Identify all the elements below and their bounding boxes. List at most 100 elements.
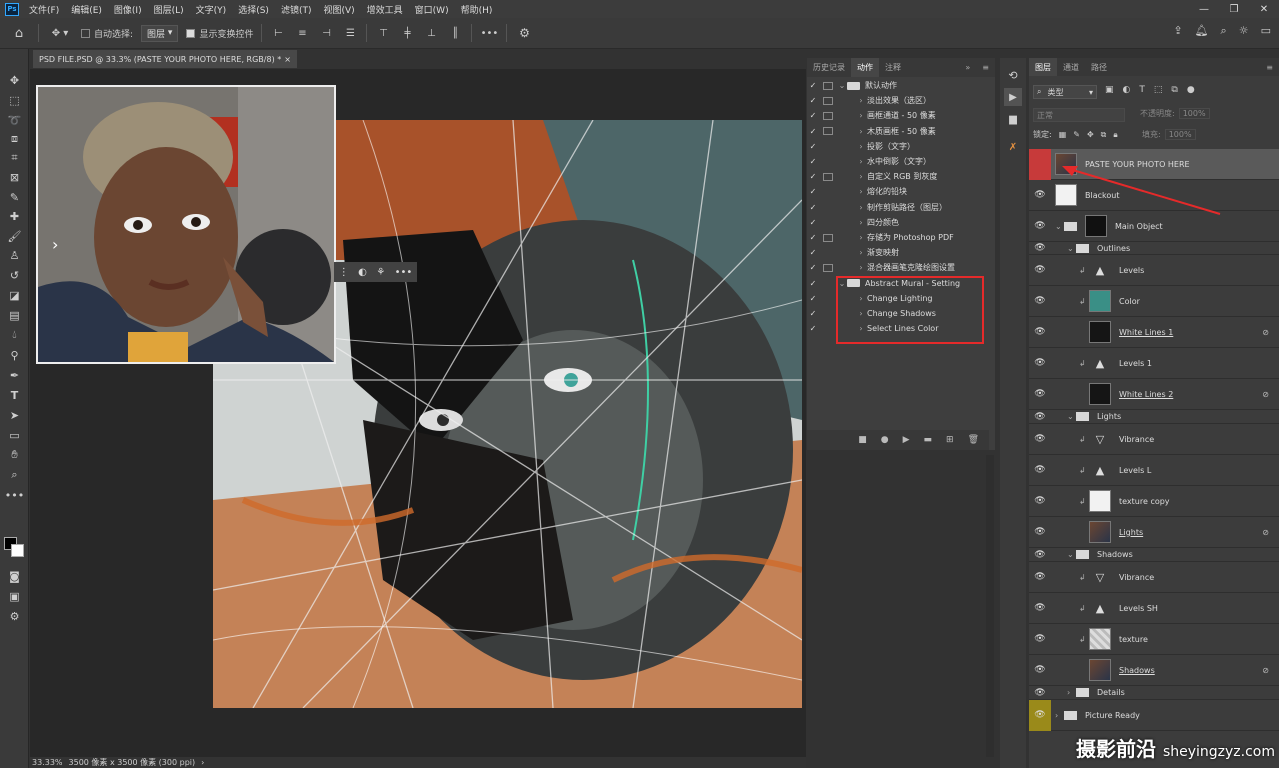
visibility-eye-icon[interactable]: 👁︎: [1029, 265, 1051, 275]
menu-item[interactable]: 视图(V): [317, 3, 360, 16]
history-panel-icon[interactable]: ⟲: [1004, 66, 1022, 84]
dialog-toggle[interactable]: [823, 279, 833, 287]
share-icon[interactable]: ⇪: [1173, 24, 1182, 38]
action-toggle-checkbox[interactable]: ✓: [807, 172, 819, 181]
dialog-toggle[interactable]: [823, 111, 833, 120]
action-item[interactable]: ✓ › 水中倒影（文字）: [807, 154, 991, 169]
generative-icon[interactable]: ⚙: [4, 607, 25, 625]
chevron-right-icon[interactable]: ›: [855, 96, 867, 105]
action-toggle-checkbox[interactable]: ✓: [807, 127, 819, 136]
layer-row[interactable]: 👁︎ ↲ ▲ Levels 1: [1029, 348, 1279, 379]
lock-artboard-icon[interactable]: ⧉: [1101, 130, 1107, 140]
reference-photo[interactable]: ›: [36, 85, 336, 364]
layer-row[interactable]: 👁︎ White Lines 1 ⊘: [1029, 317, 1279, 348]
chevron-right-icon[interactable]: ›: [855, 233, 867, 242]
quick-mask-icon[interactable]: ◙: [4, 567, 25, 585]
filter-smart-icon[interactable]: ⧉: [1171, 85, 1177, 95]
visibility-eye-icon[interactable]: 👁︎: [1029, 190, 1051, 200]
action-item[interactable]: ✓ › 制作剪贴路径（图层）: [807, 200, 991, 215]
delete-icon[interactable]: 🗑︎: [968, 435, 979, 445]
visibility-eye-icon[interactable]: 👁︎: [1029, 358, 1051, 368]
stamp-tool-icon[interactable]: ♙: [4, 246, 25, 264]
dialog-toggle[interactable]: [823, 203, 833, 211]
dialog-toggle[interactable]: [823, 294, 833, 302]
background-color[interactable]: [11, 544, 24, 557]
close-icon[interactable]: ✕: [1249, 0, 1279, 18]
fill-input[interactable]: 100%: [1164, 129, 1196, 140]
type-tool-icon[interactable]: T: [4, 386, 25, 404]
expand-arrow-icon[interactable]: ⌄: [1067, 412, 1076, 421]
opacity-input[interactable]: 100%: [1178, 108, 1210, 119]
visibility-eye-icon[interactable]: 👁︎: [1029, 603, 1051, 613]
action-item[interactable]: ✓ › 混合器画笔克隆绘图设置: [807, 260, 991, 275]
chevron-right-icon[interactable]: ›: [52, 235, 58, 254]
expand-arrow-icon[interactable]: ⌄: [1067, 244, 1076, 253]
layer-row[interactable]: 👁︎ ↲ texture: [1029, 624, 1279, 655]
eyedropper-tool-icon[interactable]: ✎: [4, 188, 25, 206]
layer-thumbnail[interactable]: [1089, 490, 1111, 512]
lock-all-icon[interactable]: 🔒︎: [1113, 130, 1117, 140]
workspace-icon[interactable]: ▭: [1261, 24, 1271, 38]
play-icon[interactable]: ▶: [903, 435, 910, 445]
action-toggle-checkbox[interactable]: ✓: [807, 157, 819, 166]
menu-item[interactable]: 增效工具: [361, 3, 409, 16]
chevron-right-icon[interactable]: ›: [855, 142, 867, 151]
action-item[interactable]: ✓ › 木质画框 - 50 像素: [807, 124, 991, 139]
align-hcenter-icon[interactable]: ≡: [294, 23, 310, 43]
menu-item[interactable]: 选择(S): [232, 3, 275, 16]
action-toggle-checkbox[interactable]: ✓: [807, 218, 819, 227]
layer-thumbnail[interactable]: [1089, 321, 1111, 343]
frame-tool-icon[interactable]: ⊠: [4, 168, 25, 186]
visibility-eye-icon[interactable]: 👁︎: [1029, 327, 1051, 337]
visibility-eye-icon[interactable]: 👁︎: [1029, 550, 1051, 560]
history-brush-icon[interactable]: ↺: [4, 266, 25, 284]
rectangle-tool-icon[interactable]: ▭: [4, 426, 25, 444]
tab-layers[interactable]: 图层: [1029, 58, 1057, 76]
layer-group-row[interactable]: 👁︎ › Details: [1029, 686, 1279, 700]
panel-menu-icon[interactable]: ≡: [976, 63, 995, 72]
visibility-eye-icon[interactable]: 👁︎: [1029, 296, 1051, 306]
expand-arrow-icon[interactable]: ⌄: [837, 81, 847, 90]
action-toggle-checkbox[interactable]: ✓: [807, 294, 819, 303]
dodge-tool-icon[interactable]: ⚲: [4, 346, 25, 364]
align-bottom-icon[interactable]: ⊥: [423, 23, 439, 43]
panel-collapse-icon[interactable]: »: [959, 63, 976, 72]
edit-toolbar-icon[interactable]: •••: [4, 486, 25, 504]
pen-tool-icon[interactable]: ✒: [4, 366, 25, 384]
layer-thumbnail[interactable]: [1089, 521, 1111, 543]
align-vcenter-icon[interactable]: ╪: [399, 23, 415, 43]
action-set[interactable]: ✓ ⌄ 默认动作: [807, 78, 991, 93]
home-icon[interactable]: ⌂: [8, 23, 30, 43]
expand-arrow-icon[interactable]: ›: [1067, 688, 1076, 697]
new-set-icon[interactable]: ▬: [924, 435, 933, 445]
layer-row[interactable]: 👁︎ Lights ⊘: [1029, 517, 1279, 548]
action-toggle-checkbox[interactable]: ✓: [807, 233, 819, 242]
layer-row[interactable]: 👁︎ ↲ texture copy: [1029, 486, 1279, 517]
record-icon[interactable]: ●: [881, 435, 889, 445]
filter-shape-icon[interactable]: ⬚: [1154, 85, 1163, 95]
crop-tool-icon[interactable]: ⌗: [4, 149, 25, 167]
distribute-icon[interactable]: ☰: [342, 23, 358, 43]
dialog-toggle[interactable]: [823, 325, 833, 333]
adjustment-icon[interactable]: ◐: [358, 267, 367, 278]
action-toggle-checkbox[interactable]: ✓: [807, 96, 819, 105]
dialog-toggle[interactable]: [823, 310, 833, 318]
visibility-eye-icon[interactable]: [1029, 149, 1051, 180]
filter-toggle-icon[interactable]: ●: [1187, 85, 1195, 95]
action-item[interactable]: ✓ › 投影（文字）: [807, 139, 991, 154]
action-item[interactable]: ✓ › 渐变映射: [807, 245, 991, 260]
path-select-icon[interactable]: ➤: [4, 406, 25, 424]
action-toggle-checkbox[interactable]: ✓: [807, 263, 819, 272]
action-toggle-checkbox[interactable]: ✓: [807, 324, 819, 333]
lightbulb-icon[interactable]: ☼: [1239, 24, 1249, 38]
align-right-icon[interactable]: ⊣: [318, 23, 334, 43]
menu-item[interactable]: 窗口(W): [409, 3, 455, 16]
action-item[interactable]: ✓ › 熔化的铅块: [807, 184, 991, 199]
smart-object-link-icon[interactable]: ⊘: [1262, 328, 1269, 337]
layer-row[interactable]: 👁︎ ↲ ▲ Levels L: [1029, 455, 1279, 486]
layer-row[interactable]: 👁︎ White Lines 2 ⊘: [1029, 379, 1279, 410]
layer-row[interactable]: 👁︎ ↲ Color: [1029, 286, 1279, 317]
lock-pixels-icon[interactable]: ✎: [1073, 130, 1080, 139]
auto-select-dropdown[interactable]: 图层 ▾: [141, 24, 179, 42]
menu-item[interactable]: 帮助(H): [455, 3, 499, 16]
